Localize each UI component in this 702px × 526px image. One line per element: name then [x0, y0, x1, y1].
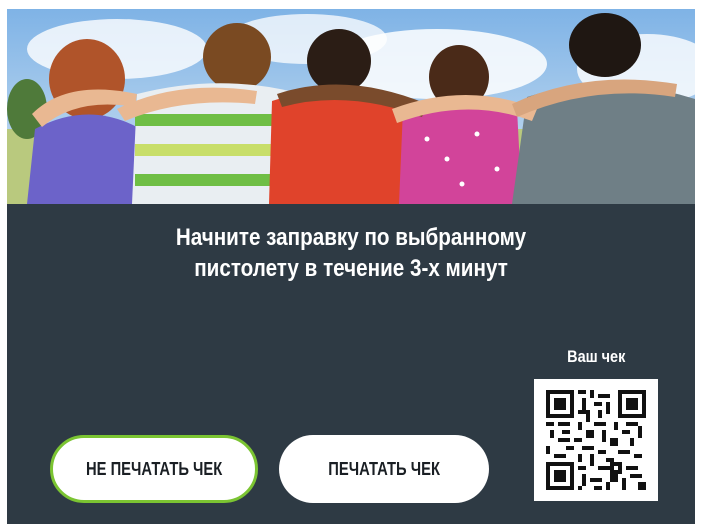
- instruction-line-2: пистолету в течение 3-х минут: [194, 255, 508, 282]
- hero-photo: [7, 9, 695, 204]
- fuel-terminal-screen: Начните заправку по выбранному пистолету…: [7, 9, 695, 524]
- no-print-receipt-label: НЕ ПЕЧАТАТЬ ЧЕК: [85, 458, 223, 479]
- instruction-line-1: Начните заправку по выбранному: [175, 224, 527, 251]
- qr-code-icon: [546, 390, 646, 490]
- no-print-receipt-button[interactable]: НЕ ПЕЧАТАТЬ ЧЕК: [50, 435, 258, 503]
- print-receipt-label: ПЕЧАТАТЬ ЧЕК: [328, 458, 440, 479]
- print-receipt-button[interactable]: ПЕЧАТАТЬ ЧЕК: [279, 435, 489, 503]
- receipt-label-text: Ваш чек: [566, 347, 626, 366]
- receipt-label: Ваш чек: [534, 347, 658, 367]
- receipt-qr-code[interactable]: [534, 379, 658, 501]
- instruction-message: Начните заправку по выбранному пистолету…: [55, 222, 647, 284]
